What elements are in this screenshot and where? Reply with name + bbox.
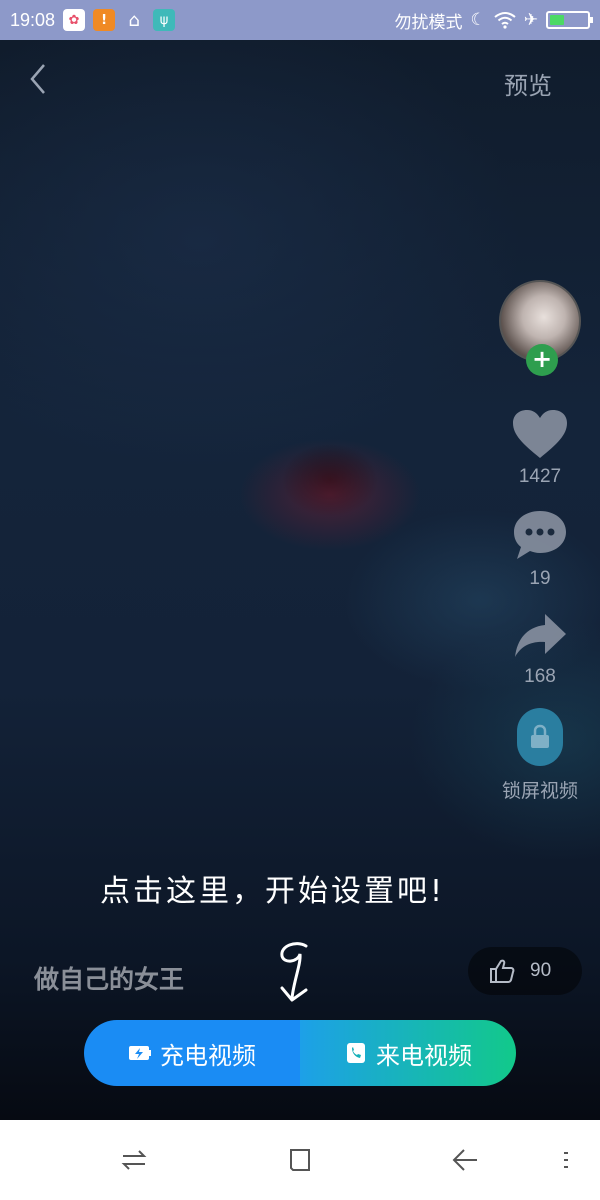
call-video-label: 来电视频	[376, 1041, 472, 1070]
square-icon	[290, 1149, 310, 1171]
side-actions: + 1427 19 168 锁屏视频	[498, 280, 582, 803]
status-bar: 19:08 ✿ ! ⌂ ψ 勿扰模式 ☾ ✈	[0, 0, 600, 40]
photos-icon: ✿	[63, 9, 86, 31]
share-count: 168	[524, 666, 556, 687]
clean-icon: ⌂	[128, 9, 140, 31]
heart-icon	[513, 410, 567, 458]
lock-screen-video-button[interactable]: 锁屏视频	[502, 708, 578, 803]
comment-button[interactable]: 19	[511, 508, 569, 590]
wifi-icon	[494, 12, 516, 29]
battery-bolt-icon	[128, 1042, 152, 1064]
home-button[interactable]	[282, 1144, 318, 1176]
share-button[interactable]: 168	[511, 610, 569, 688]
airplane-icon: ✈	[523, 10, 538, 30]
video-title: 做自己的女王	[34, 965, 185, 994]
dnd-label: 勿扰模式	[394, 12, 463, 33]
chevron-left-icon	[30, 64, 45, 94]
back-button[interactable]	[28, 62, 60, 102]
lock-icon	[530, 724, 549, 748]
back-arrow-icon	[452, 1149, 477, 1171]
top-nav: 预览	[0, 40, 600, 124]
switch-arrows-icon	[121, 1150, 147, 1170]
lock-badge	[516, 708, 563, 766]
follow-button[interactable]: +	[526, 344, 558, 376]
moon-icon: ☾	[470, 10, 486, 30]
like-button[interactable]: 1427	[511, 408, 569, 488]
like-count: 1427	[518, 466, 562, 487]
curly-arrow-icon	[280, 942, 308, 1002]
back-nav-button[interactable]	[448, 1144, 484, 1176]
setup-hint: 点击这里，开始设置吧!	[100, 874, 446, 909]
more-vertical-icon	[564, 1152, 568, 1168]
status-time: 19:08	[10, 9, 56, 30]
warning-icon: !	[93, 9, 116, 31]
comment-icon	[514, 511, 566, 559]
battery-icon	[546, 11, 593, 29]
call-video-button[interactable]: 来电视频	[300, 1020, 516, 1086]
thumbs-up-icon	[490, 959, 515, 983]
charge-video-label: 充电视频	[160, 1041, 256, 1070]
usb-icon: ψ	[153, 9, 176, 31]
like-pill-count: 90	[530, 960, 552, 981]
lock-screen-label: 锁屏视频	[501, 780, 578, 802]
system-nav-bar	[0, 1120, 600, 1200]
share-icon	[515, 614, 566, 657]
phone-card-icon	[344, 1042, 368, 1064]
comment-count: 19	[529, 568, 551, 589]
like-pill[interactable]: 90	[468, 947, 582, 995]
menu-button[interactable]	[548, 1144, 584, 1176]
charge-video-button[interactable]: 充电视频	[84, 1020, 300, 1086]
recent-apps-button[interactable]	[116, 1144, 152, 1176]
preview-button[interactable]: 预览	[504, 66, 552, 101]
status-right: 勿扰模式 ☾ ✈	[394, 8, 593, 33]
setup-button-bar: 充电视频 来电视频	[84, 1020, 516, 1086]
avatar[interactable]: +	[499, 280, 581, 376]
